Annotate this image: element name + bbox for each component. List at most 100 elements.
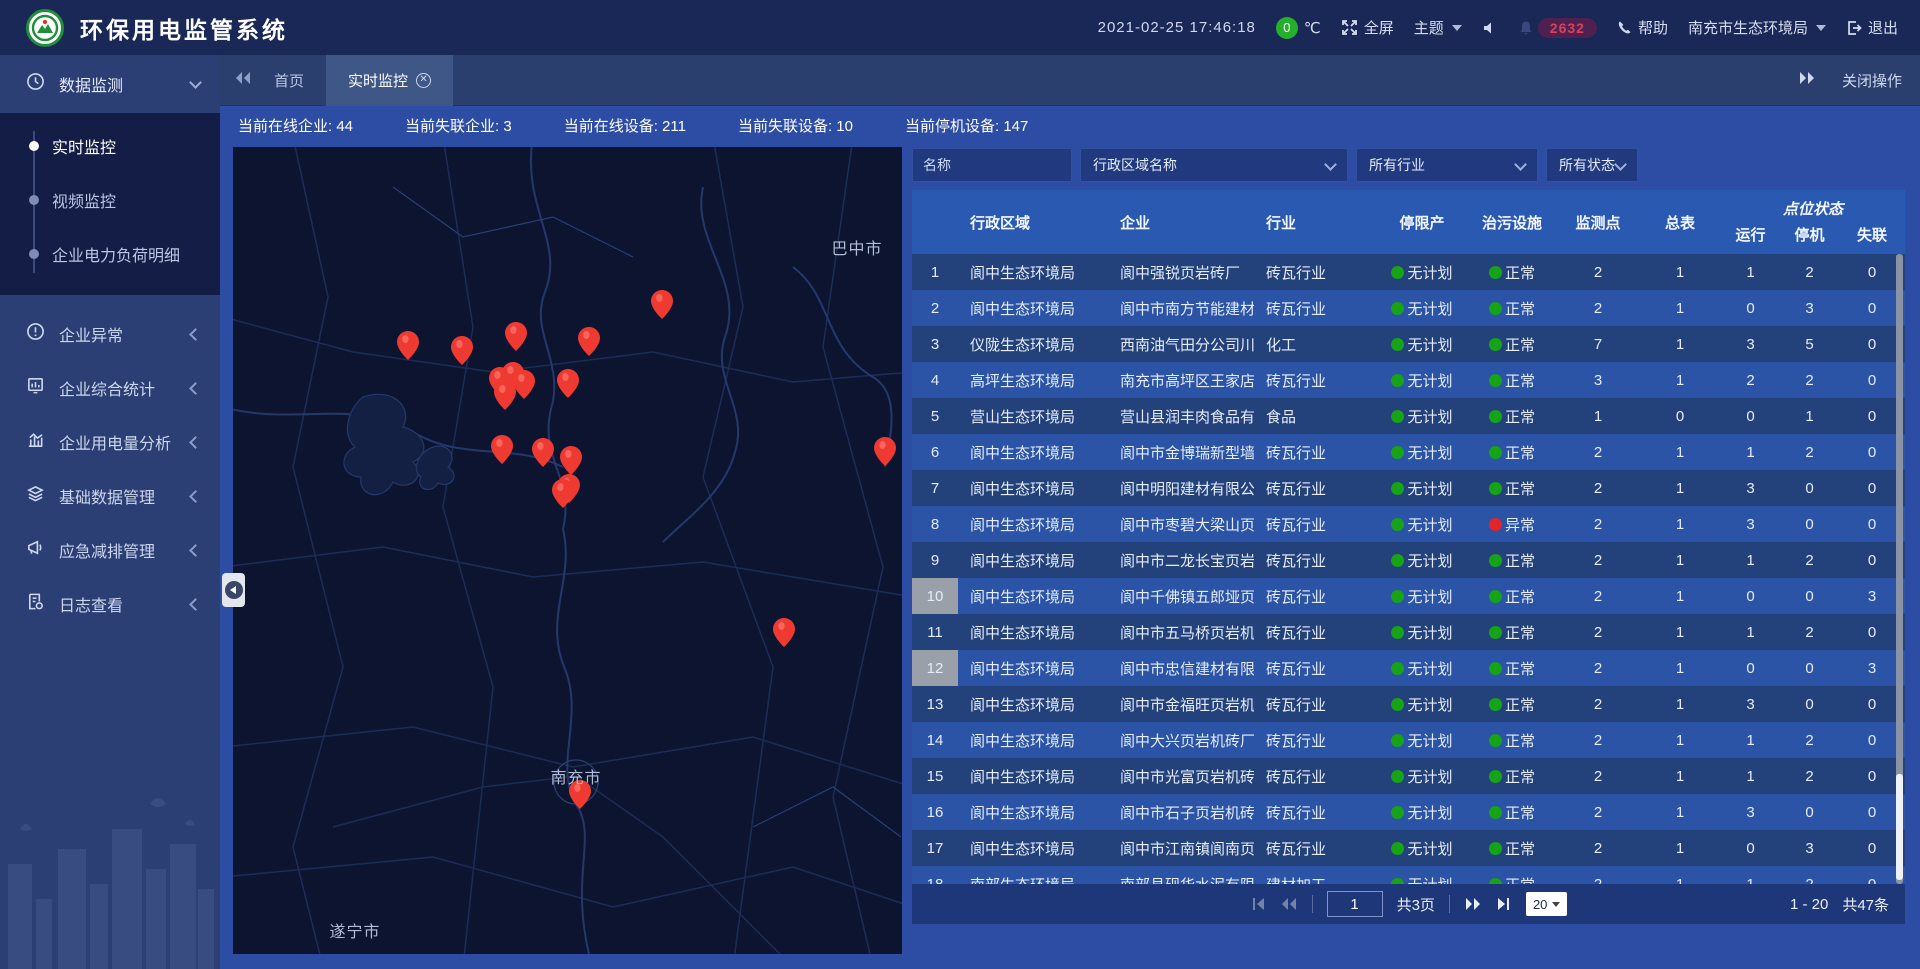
tab-realtime-monitor[interactable]: 实时监控 ✕	[326, 55, 453, 106]
tab-home[interactable]: 首页	[252, 55, 326, 106]
map-marker-pin[interactable]	[491, 435, 513, 464]
table-row[interactable]: 15阆中生态环境局阆中市光富页岩机砖厂砖瓦行业无计划正常21120	[912, 758, 1905, 794]
table-row[interactable]: 5营山生态环境局营山县润丰肉食品有限食品无计划正常10010	[912, 398, 1905, 434]
table-row[interactable]: 3仪陇生态环境局西南油气田分公司川中化工无计划正常71350	[912, 326, 1905, 362]
map-marker-pin[interactable]	[773, 618, 795, 647]
map-marker-pin[interactable]	[397, 331, 419, 360]
table-row[interactable]: 16阆中生态环境局阆中市石子页岩机砖厂砖瓦行业无计划正常21300	[912, 794, 1905, 830]
map-marker-pin[interactable]	[651, 290, 673, 319]
chevron-down-icon	[1614, 158, 1627, 171]
map-city-label: 南充市	[550, 764, 601, 788]
table-row[interactable]: 1阆中生态环境局阆中强锐页岩砖厂砖瓦行业无计划正常21120	[912, 254, 1905, 290]
datetime-label: 2021-02-25 17:46:18	[1098, 19, 1256, 36]
table-scrollbar-thumb[interactable]	[1896, 774, 1903, 880]
cell-running: 0	[1721, 578, 1780, 614]
map-panel[interactable]: 巴中市南充市遂宁市	[233, 147, 902, 954]
prev-page-icon[interactable]	[1280, 897, 1298, 911]
table-row[interactable]: 6阆中生态环境局阆中市金博瑞新型墙材砖瓦行业无计划正常21120	[912, 434, 1905, 470]
table-row[interactable]: 13阆中生态环境局阆中市金福旺页岩机砖砖瓦行业无计划正常21300	[912, 686, 1905, 722]
sidebar-item-power-load-detail[interactable]: 企业电力负荷明细	[0, 227, 220, 281]
cell-stopped: 2	[1780, 362, 1839, 398]
map-marker-pin[interactable]	[560, 446, 582, 475]
cell-plan-status: 无计划	[1377, 362, 1467, 398]
sidebar-item-log-view[interactable]: 日志查看	[0, 577, 220, 631]
help-button[interactable]: 帮助	[1617, 17, 1668, 38]
map-marker-pin[interactable]	[513, 370, 535, 399]
map-marker-pin[interactable]	[552, 479, 574, 508]
map-marker-pin[interactable]	[505, 322, 527, 351]
cell-running: 1	[1721, 866, 1780, 884]
status-dot-icon	[1391, 374, 1404, 387]
last-page-icon[interactable]	[1496, 897, 1512, 911]
table-row[interactable]: 2阆中生态环境局阆中市南方节能建材有砖瓦行业无计划正常21030	[912, 290, 1905, 326]
sidebar-item-emergency-reduction[interactable]: 应急减排管理	[0, 523, 220, 577]
cell-running: 0	[1721, 650, 1780, 686]
close-tab-icon[interactable]: ✕	[416, 73, 431, 88]
close-operations-dropdown[interactable]: 关闭操作	[1842, 70, 1902, 91]
sidebar-item-company-statistics[interactable]: 企业综合统计	[0, 361, 220, 415]
sidebar-item-base-data[interactable]: 基础数据管理	[0, 469, 220, 523]
page-size-select[interactable]: 20	[1526, 892, 1567, 916]
cell-running: 1	[1721, 434, 1780, 470]
theme-dropdown[interactable]: 主题	[1414, 17, 1462, 38]
table-row[interactable]: 18南部生态环境局南部县砚华水泥有限公建材加工无计划正常21120	[912, 866, 1905, 884]
map-marker-pin[interactable]	[578, 327, 600, 356]
notification-button[interactable]: 2632	[1518, 18, 1597, 38]
table-row[interactable]: 8阆中生态环境局阆中市枣碧大梁山页岩砖瓦行业无计划异常21300	[912, 506, 1905, 542]
map-marker-pin[interactable]	[532, 438, 554, 467]
cell-region: 营山生态环境局	[958, 398, 1108, 434]
status-dot-icon	[1489, 518, 1502, 531]
tab-bar: 首页 实时监控 ✕ 关闭操作	[220, 55, 1920, 106]
status-select[interactable]: 所有状态	[1546, 148, 1638, 182]
col-offline: 失联	[1839, 220, 1905, 254]
map-marker-pin[interactable]	[451, 336, 473, 365]
region-select[interactable]: 行政区域名称	[1080, 148, 1348, 182]
table-row[interactable]: 4高坪生态环境局南充市高坪区王家店建砖瓦行业无计划正常31220	[912, 362, 1905, 398]
name-search-input[interactable]	[912, 148, 1072, 182]
cell-region: 阆中生态环境局	[958, 758, 1108, 794]
cell-industry: 砖瓦行业	[1254, 794, 1377, 830]
map-marker-pin[interactable]	[494, 381, 516, 410]
table-row[interactable]: 17阆中生态环境局阆中市江南镇阆南页岩砖瓦行业无计划正常21030	[912, 830, 1905, 866]
table-row[interactable]: 12阆中生态环境局阆中市忠信建材有限公砖瓦行业无计划正常21003	[912, 650, 1905, 686]
map-city-label: 巴中市	[831, 235, 882, 259]
status-dot-icon	[1489, 266, 1502, 279]
cell-facility-status: 正常	[1467, 578, 1557, 614]
fullscreen-button[interactable]: 全屏	[1341, 17, 1394, 38]
cell-running: 3	[1721, 326, 1780, 362]
tabs-scroll-right-icon[interactable]	[1798, 71, 1816, 89]
next-page-icon[interactable]	[1464, 897, 1482, 911]
cell-facility-status: 正常	[1467, 650, 1557, 686]
industry-select[interactable]: 所有行业	[1356, 148, 1538, 182]
cell-meters: 1	[1639, 686, 1721, 722]
collapse-panel-button[interactable]	[222, 573, 245, 607]
mute-button[interactable]	[1482, 20, 1498, 36]
cell-plan-status: 无计划	[1377, 542, 1467, 578]
cell-row-index: 15	[912, 758, 958, 794]
map-marker-pin[interactable]	[557, 369, 579, 398]
sidebar-item-power-analysis[interactable]: 企业用电量分析	[0, 415, 220, 469]
table-row[interactable]: 7阆中生态环境局阆中明阳建材有限公司砖瓦行业无计划正常21300	[912, 470, 1905, 506]
first-page-icon[interactable]	[1250, 897, 1266, 911]
cell-row-index: 8	[912, 506, 958, 542]
org-dropdown[interactable]: 南充市生态环境局	[1688, 17, 1826, 38]
cell-stopped: 2	[1780, 614, 1839, 650]
status-dot-icon	[1391, 302, 1404, 315]
table-row[interactable]: 10阆中生态环境局阆中千佛镇五郎垭页岩砖瓦行业无计划正常21003	[912, 578, 1905, 614]
sidebar-group-data-monitor[interactable]: 数据监测	[0, 55, 220, 113]
cell-points: 2	[1557, 470, 1639, 506]
logout-button[interactable]: 退出	[1846, 17, 1898, 38]
page-number-input[interactable]: 1	[1327, 891, 1383, 917]
cell-region: 阆中生态环境局	[958, 614, 1108, 650]
table-row[interactable]: 14阆中生态环境局阆中大兴页岩机砖厂砖瓦行业无计划正常21120	[912, 722, 1905, 758]
status-dot-icon	[1391, 734, 1404, 747]
sidebar-item-company-abnormal[interactable]: 企业异常	[0, 307, 220, 361]
map-marker-pin[interactable]	[874, 437, 896, 466]
sidebar-item-realtime-monitor[interactable]: 实时监控	[0, 119, 220, 173]
right-panel: 行政区域名称 所有行业 所有状态 行政区域 企业 行业 停限产 治污设施	[912, 148, 1905, 969]
tabs-scroll-left-icon[interactable]	[234, 71, 252, 90]
table-row[interactable]: 11阆中生态环境局阆中市五马桥页岩机砖砖瓦行业无计划正常21120	[912, 614, 1905, 650]
table-row[interactable]: 9阆中生态环境局阆中市二龙长宝页岩砖砖瓦行业无计划正常21120	[912, 542, 1905, 578]
sidebar-item-video-monitor[interactable]: 视频监控	[0, 173, 220, 227]
phone-icon	[1617, 20, 1632, 35]
